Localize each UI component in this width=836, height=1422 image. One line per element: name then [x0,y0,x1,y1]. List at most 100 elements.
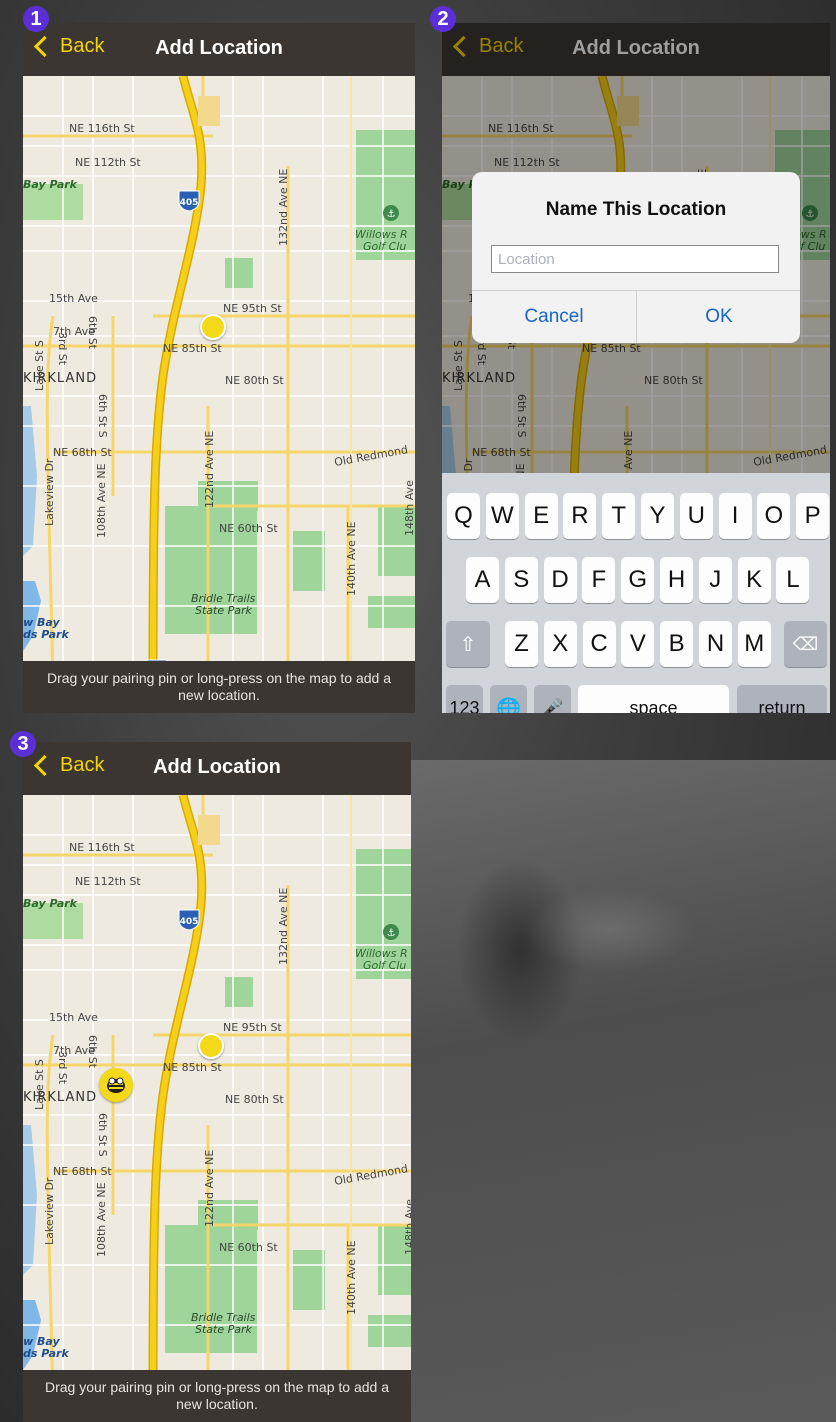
page-title: Add Location [155,37,283,59]
location-pin[interactable] [198,1033,224,1059]
cancel-button[interactable]: Cancel [472,290,636,343]
screen-3: 405 405 ⚓ NE 116th St NE 112th St Bay Pa… [23,742,411,1422]
key-r[interactable]: R [563,493,597,539]
globe-icon: 🌐 [496,697,521,714]
dialog-title: Name This Location [545,199,727,220]
map-label: NE 85th St [163,1061,222,1074]
map-label: Lake St S [33,340,46,391]
key-z[interactable]: Z [505,621,538,667]
map-label: 6th St S [96,394,109,438]
microphone-icon: 🎤 [541,697,564,714]
key-b[interactable]: B [660,621,694,667]
map-label: Lakeview Dr [43,458,56,526]
map-label: NE 116th St [69,122,135,135]
map-label: 7th Ave [53,325,95,338]
map-label: NE 60th St [219,1241,278,1254]
key-g[interactable]: G [621,557,655,603]
step-badge-2: 2 [430,6,456,32]
instruction-footer: Drag your pairing pin or long-press on t… [23,1370,411,1422]
key-q[interactable]: Q [447,493,480,539]
map-label: NE 68th St [53,446,112,459]
pairing-pin-bee-icon[interactable] [99,1068,133,1102]
map-label: NE 112th St [75,875,141,888]
key-i[interactable]: I [718,493,752,539]
map-label: 122nd Ave NE [203,431,216,508]
instruction-footer: Drag your pairing pin or long-press on t… [23,661,415,713]
step-badge-3: 3 [10,731,36,757]
svg-text:405: 405 [180,917,199,927]
map-label: State Park [195,604,253,617]
map-graphic: 405 405 ⚓ NE 116th St NE 112th St Bay Pa… [23,76,415,684]
key-h[interactable]: H [660,557,693,603]
map-label: Golf Clu [363,959,406,972]
map-label: 15th Ave [49,1011,98,1024]
svg-text:⚓: ⚓ [387,928,396,939]
map-label: ds Park [23,1347,69,1360]
map-label: NE 85th St [163,342,222,355]
svg-text:405: 405 [180,198,199,208]
screen-2: 405 405 ⚓ NE 116th St NE 112th St Bay Pa… [442,23,830,713]
location-name-input[interactable] [491,245,779,273]
page-title: Add Location [153,756,281,778]
key-y[interactable]: Y [641,493,674,539]
key-w[interactable]: W [485,493,519,539]
key-u[interactable]: U [679,493,713,539]
step-badge-1: 1 [23,6,49,32]
map-label: NE 95th St [223,302,282,315]
map-label: NE 60th St [219,522,278,535]
key-o[interactable]: O [757,493,791,539]
map-view[interactable]: 405 405 ⚓ NE 116th St NE 112th St Bay Pa… [23,795,411,1403]
map-label: 7th Ave [53,1044,95,1057]
map-label: Lakeview Dr [43,1177,56,1245]
map-label: 108th Ave NE [95,1182,108,1257]
key-l[interactable]: L [776,557,810,603]
key-d[interactable]: D [543,557,577,603]
map-label: 122nd Ave NE [203,1150,216,1227]
key-s[interactable]: S [504,557,538,603]
map-label: Lake St S [33,1059,46,1110]
map-graphic: 405 405 ⚓ NE 116th St NE 112th St Bay Pa… [23,795,411,1403]
shift-key[interactable]: ⇧ [446,621,490,667]
key-e[interactable]: E [524,493,558,539]
map-label: Bay Park [23,897,78,910]
map-label: NE 112th St [75,156,141,169]
map-label: 132nd Ave NE [277,169,290,246]
key-p[interactable]: P [796,493,830,539]
space-key[interactable]: space [578,685,729,713]
map-label: 140th Ave NE [345,1240,358,1315]
name-location-dialog: Name This Location Cancel OK [472,172,800,343]
background-keys-photo [400,760,836,1422]
map-label: 148th Ave [403,480,415,536]
map-label: 15th Ave [49,292,98,305]
map-label: NE 95th St [223,1021,282,1034]
key-a[interactable]: A [466,557,499,603]
keyboard: Q W E R T Y U I O P A S D F G H J K L ⇧ Z X C V B N M ⌫ 123 🌐 🎤 space re… [442,473,830,713]
map-label: 148th Ave [403,1199,411,1255]
map-label: NE 80th St [225,1093,284,1106]
key-m[interactable]: M [737,621,771,667]
shift-arrow-icon: ⇧ [459,633,477,656]
key-x[interactable]: X [543,621,577,667]
nav-bar: Back Add Location [23,742,411,795]
key-j[interactable]: J [698,557,732,603]
key-n[interactable]: N [699,621,732,667]
map-label: Bay Park [23,178,78,191]
map-label: 108th Ave NE [95,463,108,538]
map-view[interactable]: 405 405 ⚓ NE 116th St NE 112th St Bay Pa… [23,76,415,684]
map-label: ds Park [23,628,69,641]
numbers-key[interactable]: 123 [446,685,483,713]
map-label: 140th Ave NE [345,521,358,596]
backspace-key[interactable]: ⌫ [784,621,827,667]
dictation-key[interactable]: 🎤 [534,685,571,713]
key-k[interactable]: K [737,557,771,603]
return-key[interactable]: return [737,685,827,713]
key-c[interactable]: C [582,621,616,667]
ok-button[interactable]: OK [637,290,800,343]
key-v[interactable]: V [621,621,655,667]
map-label: NE 80th St [225,374,284,387]
map-label: NE 116th St [69,841,135,854]
key-f[interactable]: F [582,557,616,603]
key-t[interactable]: T [602,493,636,539]
globe-key[interactable]: 🌐 [490,685,527,713]
location-pin[interactable] [200,314,226,340]
